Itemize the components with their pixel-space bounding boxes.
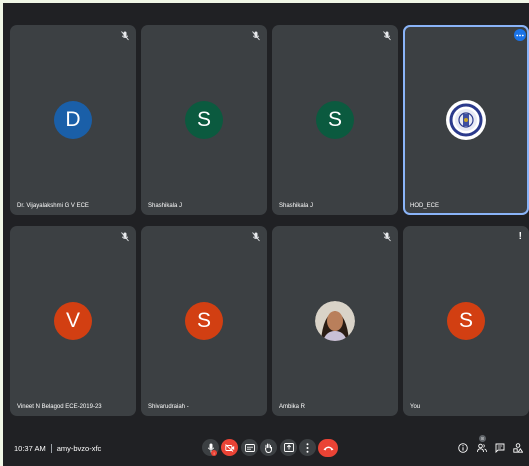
mic-off-icon: [252, 232, 260, 242]
mic-off-icon: [121, 232, 129, 242]
participant-tile-self[interactable]: ! S You: [403, 226, 529, 416]
leave-call-button[interactable]: [318, 439, 338, 457]
more-vert-icon: [306, 442, 309, 453]
participant-name: Ambika R: [279, 404, 306, 410]
alert-icon: !: [518, 231, 522, 242]
participant-tile[interactable]: Ambika R: [272, 226, 398, 416]
hand-icon: [265, 443, 272, 453]
meeting-info: 10:37 AM amy-bvzo-xfc: [14, 444, 101, 453]
participant-name: Vineet N Belagod ECE-2019-23: [17, 404, 102, 410]
participant-name: You: [410, 404, 421, 410]
chat-icon: [495, 443, 505, 453]
mic-off-icon: [383, 232, 391, 242]
participant-name: Shivarudraiah -: [148, 404, 189, 410]
participant-tile-active-speaker[interactable]: HOD_ECE: [403, 25, 529, 215]
people-icon: [477, 443, 487, 453]
divider: [50, 444, 52, 453]
avatar: S: [185, 101, 223, 139]
meeting-code: amy-bvzo-xfc: [56, 444, 102, 453]
present-icon: [283, 443, 294, 452]
hang-up-icon: [323, 446, 333, 451]
bottom-bar: 10:37 AM amy-bvzo-xfc ! 8: [3, 431, 529, 466]
participant-tile[interactable]: S Shashikala J: [272, 25, 398, 215]
participant-count-badge: 8: [479, 435, 486, 442]
chat-button[interactable]: [494, 442, 506, 454]
avatar: V: [54, 302, 92, 340]
profile-photo-avatar: [315, 301, 355, 341]
avatar: D: [54, 101, 92, 139]
participant-tile[interactable]: V Vineet N Belagod ECE-2019-23: [10, 226, 136, 416]
college-emblem-avatar: [446, 100, 486, 140]
meeting-details-button[interactable]: [457, 442, 469, 454]
avatar: S: [447, 302, 485, 340]
more-options-button[interactable]: [514, 29, 526, 41]
microphone-button[interactable]: !: [202, 439, 219, 456]
camera-off-button[interactable]: [221, 439, 238, 456]
participant-tile[interactable]: S Shivarudraiah -: [141, 226, 267, 416]
mic-off-icon: [121, 31, 129, 41]
camera-off-icon: [224, 443, 234, 452]
participant-name: HOD_ECE: [410, 203, 440, 209]
more-options-button[interactable]: [299, 439, 316, 456]
avatar: S: [185, 302, 223, 340]
participant-tile[interactable]: S Shashikala J: [141, 25, 267, 215]
meet-window: D Dr. Vijayalakshmi G V ECE S Shashikala…: [3, 3, 529, 466]
activities-button[interactable]: [512, 442, 524, 454]
participant-name: Shashikala J: [148, 203, 183, 209]
participant-name: Shashikala J: [279, 203, 314, 209]
activities-icon: [513, 443, 523, 453]
people-button[interactable]: 8: [476, 435, 488, 454]
mic-off-icon: [383, 31, 391, 41]
raise-hand-button[interactable]: [260, 439, 277, 456]
more-dots-icon: [516, 34, 524, 36]
mic-off-icon: [252, 31, 260, 41]
participant-tile[interactable]: D Dr. Vijayalakshmi G V ECE: [10, 25, 136, 215]
info-icon: [458, 443, 468, 453]
mic-warning-badge: !: [211, 450, 217, 456]
current-time: 10:37 AM: [14, 444, 46, 453]
participant-name: Dr. Vijayalakshmi G V ECE: [17, 203, 89, 209]
captions-icon: [244, 443, 255, 452]
present-screen-button[interactable]: [280, 439, 297, 456]
captions-button[interactable]: [241, 439, 258, 456]
avatar: S: [316, 101, 354, 139]
